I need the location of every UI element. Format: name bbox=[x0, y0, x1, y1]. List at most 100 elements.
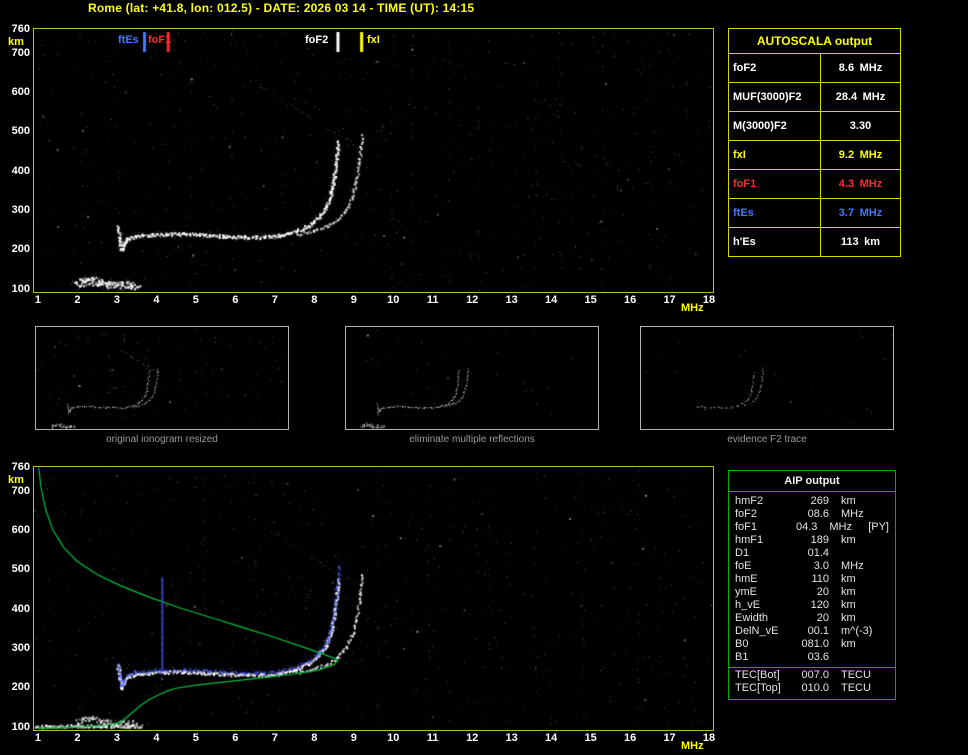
x-tick-label: 2 bbox=[74, 732, 80, 744]
aip-val: 081.0 bbox=[793, 638, 829, 651]
x-tick-label: 3 bbox=[114, 732, 120, 744]
aip-name: B1 bbox=[735, 651, 793, 664]
thumbnail-original bbox=[35, 326, 289, 430]
x-tick-label: 14 bbox=[545, 732, 557, 744]
autoscala-row: MUF(3000)F228.4 MHz bbox=[729, 83, 901, 112]
aip-val: 20 bbox=[793, 586, 829, 599]
aip-name: TEC[Top] bbox=[735, 682, 793, 695]
aip-note bbox=[883, 599, 889, 612]
ionogram-canvas-top bbox=[34, 29, 713, 292]
aip-unit: MHz bbox=[829, 560, 883, 573]
aip-val: 00.1 bbox=[793, 625, 829, 638]
aip-name: DelN_vE bbox=[735, 625, 793, 638]
y-tick-label: 400 bbox=[2, 603, 30, 615]
y-tick-label: 600 bbox=[2, 524, 30, 536]
x-tick-label: 8 bbox=[311, 294, 317, 306]
y-tick-label: 760 bbox=[2, 461, 30, 473]
aip-val: 010.0 bbox=[793, 682, 829, 695]
x-tick-label: 6 bbox=[232, 294, 238, 306]
aip-note: [PY] bbox=[866, 521, 889, 534]
x-tick-label: 15 bbox=[584, 732, 596, 744]
x-tick-label: 1 bbox=[35, 294, 41, 306]
autoscala-row: M(3000)F23.30 bbox=[729, 112, 901, 141]
thumbnail-caption-no-multiples: eliminate multiple reflections bbox=[345, 434, 599, 445]
ionogram-canvas-bottom bbox=[34, 467, 713, 730]
y-tick-label: 300 bbox=[2, 204, 30, 216]
y-tick-label: 700 bbox=[2, 485, 30, 497]
autoscala-title-row: AUTOSCALA output bbox=[729, 29, 901, 54]
autoscala-row: h'Es113 km bbox=[729, 228, 901, 257]
aip-val: 04.3 bbox=[786, 521, 818, 534]
autoscala-row-label: foF2 bbox=[729, 54, 821, 83]
thumbnail-f2-trace-canvas bbox=[641, 327, 893, 429]
ionogram-plot-bottom bbox=[33, 466, 714, 731]
thumbnail-f2-trace bbox=[640, 326, 894, 430]
y-tick-label: 300 bbox=[2, 642, 30, 654]
autoscala-row-label: fxI bbox=[729, 141, 821, 170]
x-tick-label: 15 bbox=[584, 294, 596, 306]
x-tick-label: 9 bbox=[351, 732, 357, 744]
y-tick-label: 100 bbox=[2, 721, 30, 733]
y-tick-label: 600 bbox=[2, 86, 30, 98]
x-tick-label: 13 bbox=[506, 294, 518, 306]
aip-val: 03.6 bbox=[793, 651, 829, 664]
aip-name: foE bbox=[735, 560, 793, 573]
x-tick-label: 5 bbox=[193, 294, 199, 306]
x-tick-label: 10 bbox=[387, 732, 399, 744]
x-tick-label: 8 bbox=[311, 732, 317, 744]
aip-val: 110 bbox=[793, 573, 829, 586]
aip-name: hmE bbox=[735, 573, 793, 586]
autoscala-row-label: h'Es bbox=[729, 228, 821, 257]
aip-val: 007.0 bbox=[793, 669, 829, 682]
x-tick-label: 14 bbox=[545, 294, 557, 306]
aip-val: 189 bbox=[793, 534, 829, 547]
aip-row: hmF2269km bbox=[729, 495, 895, 508]
thumbnail-caption-f2-trace: evidence F2 trace bbox=[640, 434, 894, 445]
aip-note bbox=[883, 612, 889, 625]
y-tick-label: 200 bbox=[2, 681, 30, 693]
x-tick-label: 5 bbox=[193, 732, 199, 744]
aip-unit: km bbox=[829, 599, 883, 612]
x-tick-label: 9 bbox=[351, 294, 357, 306]
aip-rows: hmF2269kmfoF208.6MHzfoF104.3MHz[PY]hmF11… bbox=[729, 495, 895, 664]
aip-row: DelN_vE00.1m^(-3) bbox=[729, 625, 895, 638]
aip-val: 269 bbox=[793, 495, 829, 508]
autoscala-app: Rome (lat: +41.8, lon: 012.5) - DATE: 20… bbox=[0, 0, 968, 755]
aip-name: TEC[Bot] bbox=[735, 669, 793, 682]
thumbnail-no-multiples-canvas bbox=[346, 327, 598, 429]
autoscala-row: fxI9.2 MHz bbox=[729, 141, 901, 170]
x-tick-label: 7 bbox=[272, 294, 278, 306]
x-tick-label: 12 bbox=[466, 294, 478, 306]
autoscala-output-table: AUTOSCALA output foF28.6 MHzMUF(3000)F22… bbox=[728, 28, 901, 257]
x-axis-unit-label: MHz bbox=[681, 740, 704, 752]
autoscala-row-label: foF1 bbox=[729, 170, 821, 199]
autoscala-row-value: 4.3 MHz bbox=[821, 170, 901, 199]
legend-label-ftEs: ftEs bbox=[118, 34, 139, 46]
legend-label-fxI: fxI bbox=[367, 34, 380, 46]
aip-unit bbox=[829, 547, 883, 560]
x-tick-label: 4 bbox=[153, 294, 159, 306]
autoscala-row: ftEs3.7 MHz bbox=[729, 199, 901, 228]
x-tick-label: 7 bbox=[272, 732, 278, 744]
legend-label-foF2: foF2 bbox=[305, 34, 328, 46]
x-axis-unit-label: MHz bbox=[681, 302, 704, 314]
aip-name: h_vE bbox=[735, 599, 793, 612]
aip-val: 20 bbox=[793, 612, 829, 625]
aip-unit: km bbox=[829, 638, 883, 651]
aip-row: hmF1189km bbox=[729, 534, 895, 547]
x-tick-label: 6 bbox=[232, 732, 238, 744]
y-axis-unit-label: km bbox=[8, 36, 24, 48]
aip-unit: km bbox=[829, 573, 883, 586]
y-axis-unit-label: km bbox=[8, 474, 24, 486]
aip-output-table: AIP output hmF2269kmfoF208.6MHzfoF104.3M… bbox=[728, 470, 896, 700]
autoscala-row-label: M(3000)F2 bbox=[729, 112, 821, 141]
aip-unit: MHz bbox=[829, 508, 883, 521]
autoscala-row-value: 3.30 bbox=[821, 112, 901, 141]
x-tick-label: 16 bbox=[624, 294, 636, 306]
thumbnail-caption-original: original ionogram resized bbox=[35, 434, 289, 445]
x-tick-label: 17 bbox=[663, 732, 675, 744]
x-tick-label: 1 bbox=[35, 732, 41, 744]
aip-row: D101.4 bbox=[729, 547, 895, 560]
aip-note bbox=[883, 573, 889, 586]
aip-tec-divider bbox=[729, 667, 895, 668]
